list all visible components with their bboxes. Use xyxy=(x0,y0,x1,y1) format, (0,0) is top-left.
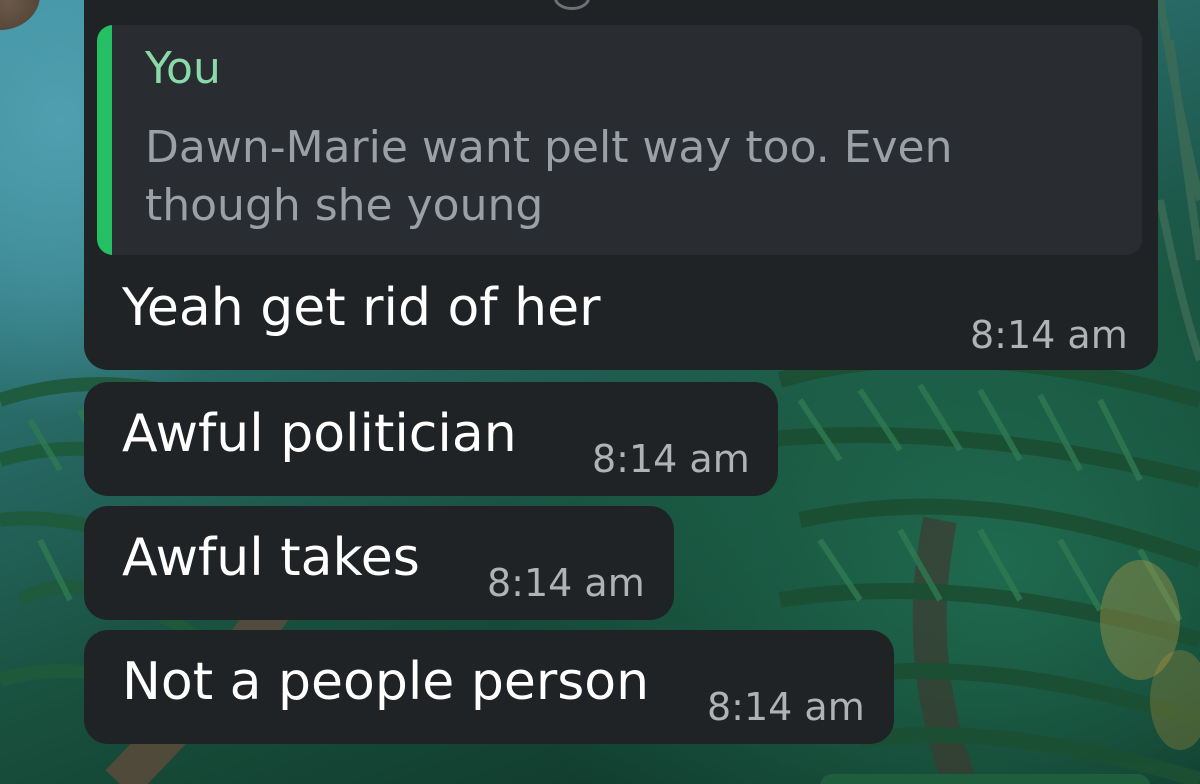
reaction-indicator-icon xyxy=(554,0,590,10)
message-text: Yeah get rid of her xyxy=(122,278,601,338)
message-timestamp: 8:14 am xyxy=(970,313,1128,357)
message-text: Awful politician xyxy=(122,404,517,464)
reply-quoted-text: Dawn-Marie want pelt way too. Even thoug… xyxy=(145,122,953,231)
message-timestamp: 8:14 am xyxy=(592,437,750,481)
message-timestamp: 8:14 am xyxy=(707,685,865,729)
message-text: Not a people person xyxy=(122,652,650,712)
outgoing-message-bubble-edge xyxy=(820,774,1150,784)
quoted-reply[interactable]: You Dawn-Marie want pelt way too. Even t… xyxy=(97,25,1142,255)
reply-author: You xyxy=(145,43,221,94)
message-timestamp: 8:14 am xyxy=(487,561,645,605)
message-bubble[interactable]: Awful politician 8:14 am xyxy=(84,382,778,496)
reply-accent-bar xyxy=(97,25,112,255)
message-bubble[interactable]: You Dawn-Marie want pelt way too. Even t… xyxy=(84,0,1158,370)
message-text: Awful takes xyxy=(122,528,420,588)
message-bubble[interactable]: Awful takes 8:14 am xyxy=(84,506,674,620)
message-bubble[interactable]: Not a people person 8:14 am xyxy=(84,630,894,744)
